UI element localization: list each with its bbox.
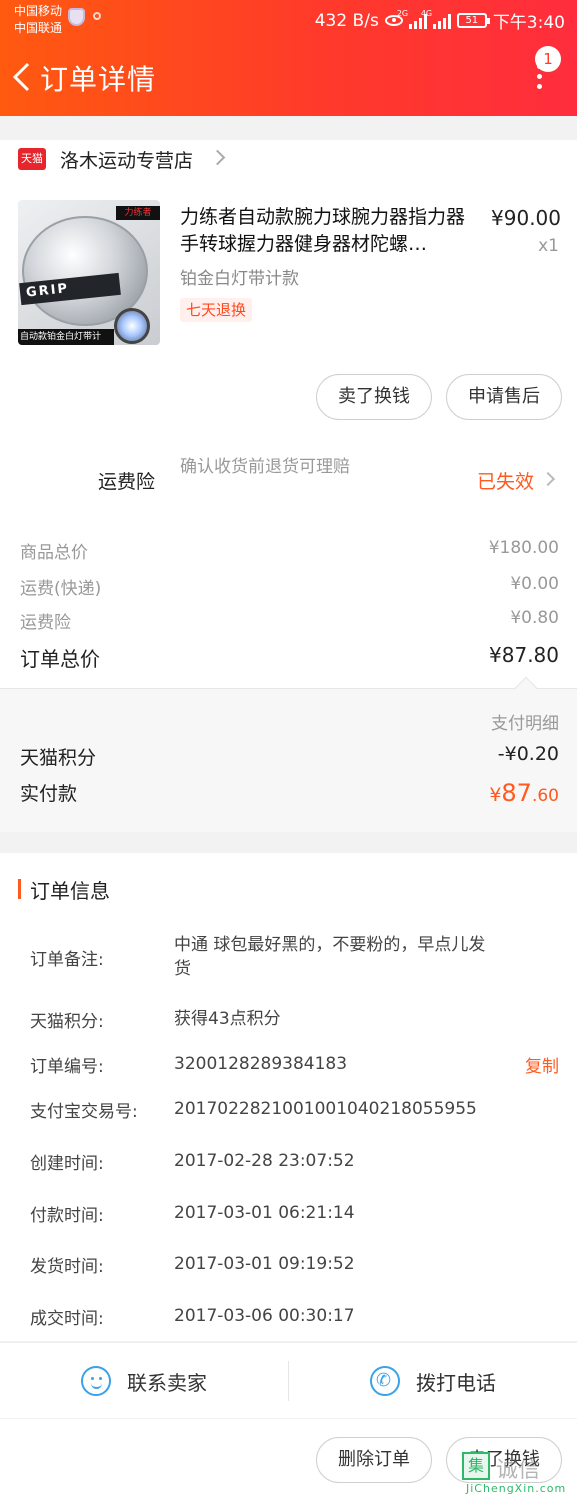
info-value: 获得43点积分 <box>174 1009 281 1029</box>
call-phone-button[interactable]: 拨打电话 <box>289 1343 577 1419</box>
paid-amount-int: 87 <box>501 779 532 807</box>
info-value: 2017022821001001040218055955 <box>174 1099 477 1119</box>
sell-item-button[interactable]: 卖了换钱 <box>316 374 432 420</box>
info-value: 2017-03-01 06:21:14 <box>174 1203 355 1223</box>
carrier-info: 中国移动 中国联通 <box>14 3 62 37</box>
info-key: 订单编号: <box>30 1057 104 1077</box>
product-sku: 铂金白灯带计款 <box>180 269 299 289</box>
fee-label: 运费险 <box>20 613 71 633</box>
fee-label: 运费(快递) <box>20 579 102 599</box>
info-value: 2017-02-28 23:07:52 <box>174 1151 355 1171</box>
return-policy-tag: 七天退换 <box>180 298 253 322</box>
app-header: 中国移动 中国联通 432 B/s 2G 4G 51 下午3:40 订单详情 1 <box>0 0 577 116</box>
shop-name-link[interactable]: 洛木运动专营店 <box>60 146 193 173</box>
security-shield-icon <box>68 8 85 26</box>
fee-row: 运费险 ¥0.80 <box>20 608 559 633</box>
fee-value: ¥0.80 <box>510 608 559 628</box>
shipping-insurance-status[interactable]: 已失效 <box>477 467 534 494</box>
paid-label: 实付款 <box>20 783 78 805</box>
fee-row: 运费(快递) ¥0.00 <box>20 574 559 599</box>
carrier-2: 中国联通 <box>14 21 63 35</box>
page-title: 订单详情 <box>40 63 157 96</box>
image-brand-logo: 力练者 <box>116 206 160 220</box>
order-info-card: 订单信息 订单备注: 中通 球包最好黑的，不要粉的，早点儿发货 天猫积分: 获得… <box>0 853 577 1341</box>
order-total-row: 订单总价 ¥87.80 <box>20 643 559 672</box>
back-arrow-icon[interactable] <box>10 62 34 92</box>
delete-order-button[interactable]: 删除订单 <box>316 1437 432 1483</box>
phone-icon <box>370 1366 400 1396</box>
after-sale-button[interactable]: 申请售后 <box>446 374 562 420</box>
image-caption: 自动款铂金白灯带计 <box>18 329 114 345</box>
order-total-value: ¥87.80 <box>489 643 559 667</box>
paid-currency: ¥ <box>489 784 502 806</box>
paid-amount-dec: .60 <box>531 786 559 806</box>
chevron-right-icon[interactable] <box>540 471 556 487</box>
product-quantity: x1 <box>538 236 559 256</box>
shipping-insurance-desc: 确认收货前退货可理赔 <box>180 457 350 477</box>
info-value: 中通 球包最好黑的，不要粉的，早点儿发货 <box>174 935 486 979</box>
info-key: 创建时间: <box>30 1154 104 1174</box>
watermark-text: 诚信 <box>496 1458 541 1483</box>
hotspot-icon <box>93 12 101 20</box>
payment-summary: 支付明细 天猫积分 -¥0.20 实付款 ¥87.60 <box>0 676 577 832</box>
product-title[interactable]: 力练者自动款腕力球腕力器指力器手转球握力器健身器材陀螺… <box>180 204 475 258</box>
product-image[interactable]: GRIP 力练者 自动款铂金白灯带计 <box>18 200 160 345</box>
signal-2g-label: 2G <box>396 8 409 18</box>
message-count-badge[interactable]: 1 <box>535 46 561 72</box>
signal-4g-icon: 4G <box>421 9 451 29</box>
watermark-logo-icon: 集 <box>462 1452 490 1480</box>
points-label: 天猫积分 <box>20 747 97 769</box>
battery-icon: 51 <box>456 13 490 28</box>
fee-label: 商品总价 <box>20 543 88 563</box>
contact-seller-label: 联系卖家 <box>127 1370 207 1395</box>
payment-detail-link[interactable]: 支付明细 <box>491 709 559 734</box>
copy-order-number-button[interactable]: 复制 <box>525 1052 559 1077</box>
site-watermark: 集 诚信 JiChengXin.com <box>462 1450 574 1498</box>
status-bar: 中国移动 中国联通 432 B/s 2G 4G 51 下午3:40 <box>0 0 577 40</box>
order-info-title: 订单信息 <box>30 879 110 903</box>
chat-smile-icon <box>81 1366 111 1396</box>
status-right: 432 B/s 2G 4G 51 下午3:40 <box>314 8 565 34</box>
info-value: 3200128289384183 <box>174 1054 348 1074</box>
call-phone-label: 拨打电话 <box>416 1370 496 1395</box>
paid-amount: ¥87.60 <box>489 779 559 807</box>
points-row: 天猫积分 -¥0.20 <box>20 743 559 770</box>
info-value: 2017-03-01 09:19:52 <box>174 1254 355 1274</box>
led-light-image <box>114 308 150 344</box>
contact-seller-button[interactable]: 联系卖家 <box>0 1343 288 1419</box>
info-key: 天猫积分: <box>30 1012 104 1032</box>
carrier-1: 中国移动 <box>14 4 63 18</box>
order-item-card: 天猫 洛木运动专营店 GRIP 力练者 自动款铂金白灯带计 力练者自动款腕力球腕… <box>0 140 577 700</box>
info-key: 付款时间: <box>30 1206 104 1226</box>
info-key: 订单备注: <box>30 950 104 970</box>
contact-bar: 联系卖家 拨打电话 <box>0 1342 577 1418</box>
tmall-logo-icon: 天猫 <box>18 148 46 170</box>
shipping-insurance-label: 运费险 <box>98 471 156 493</box>
paid-row: 实付款 ¥87.60 <box>20 779 559 807</box>
watermark-url: JiChengXin.com <box>466 1482 567 1495</box>
fee-value: ¥0.00 <box>510 574 559 594</box>
signal-4g-label: 4G <box>420 8 433 18</box>
info-key: 成交时间: <box>30 1309 104 1329</box>
order-total-label: 订单总价 <box>20 647 100 671</box>
network-speed: 432 B/s <box>314 10 379 31</box>
info-key: 发货时间: <box>30 1257 104 1277</box>
chevron-right-icon[interactable] <box>209 149 226 166</box>
product-price: ¥90.00 <box>491 206 561 230</box>
info-key: 支付宝交易号: <box>30 1102 138 1122</box>
clock: 下午3:40 <box>492 13 565 33</box>
fee-row: 商品总价 ¥180.00 <box>20 538 559 563</box>
points-value: -¥0.20 <box>497 743 559 765</box>
section-accent-bar <box>18 879 21 899</box>
fee-value: ¥180.00 <box>488 538 559 558</box>
info-value: 2017-03-06 00:30:17 <box>174 1306 355 1326</box>
